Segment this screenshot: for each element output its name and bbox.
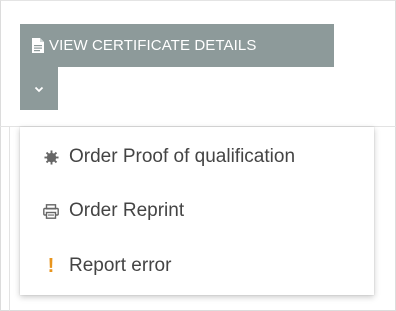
menu-item-order-proof[interactable]: Order Proof of qualification <box>20 130 374 184</box>
menu-item-report-error[interactable]: ! Report error <box>20 239 374 293</box>
view-certificate-details-button[interactable]: VIEW CERTIFICATE DETAILS <box>20 24 334 67</box>
exclamation-icon: ! <box>47 254 55 277</box>
printer-icon <box>40 203 62 219</box>
document-icon <box>32 38 44 53</box>
panel-left-border <box>9 127 10 311</box>
menu-item-label: Report error <box>69 255 172 276</box>
menu-item-label: Order Proof of qualification <box>69 146 296 167</box>
menu-item-order-reprint[interactable]: Order Reprint <box>20 184 374 238</box>
dropdown-menu: Order Proof of qualification Order Repri… <box>20 127 374 295</box>
dropdown-toggle-button[interactable] <box>20 67 58 110</box>
gear-icon <box>40 149 62 165</box>
chevron-down-icon <box>34 80 44 98</box>
view-certificate-details-label: VIEW CERTIFICATE DETAILS <box>49 37 257 54</box>
menu-item-label: Order Reprint <box>69 200 185 221</box>
